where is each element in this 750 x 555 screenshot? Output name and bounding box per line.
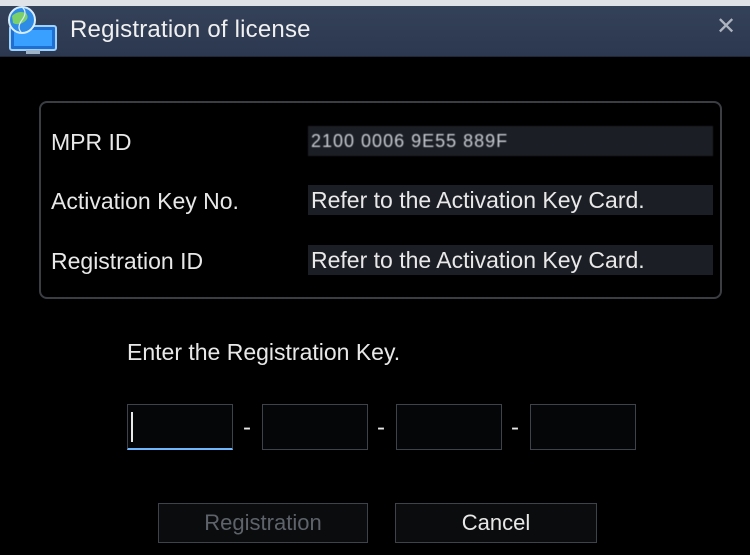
cancel-button[interactable]: Cancel [395,503,597,543]
globe-computer-icon [8,6,57,54]
activation-key-label: Activation Key No. [51,188,239,214]
title-bar-top-strip [0,0,750,6]
key-separator: - [377,414,385,441]
text-caret [131,412,133,442]
info-row-mpr-id: MPR ID 2100 0006 9E55 889F [41,126,720,158]
registration-id-label: Registration ID [51,248,204,274]
registration-key-field-2[interactable] [262,404,368,450]
license-info-panel: MPR ID 2100 0006 9E55 889F Activation Ke… [39,101,722,299]
license-registration-dialog: Registration of license ✕ MPR ID 2100 00… [0,0,750,555]
registration-id-value: Refer to the Activation Key Card. [308,245,713,275]
registration-key-prompt: Enter the Registration Key. [127,339,401,365]
registration-key-field-4[interactable] [530,404,636,450]
key-separator: - [511,414,519,441]
info-row-activation-key: Activation Key No. Refer to the Activati… [41,185,720,217]
registration-button[interactable]: Registration [158,503,368,543]
close-icon[interactable]: ✕ [714,14,738,40]
key-separator: - [243,414,251,441]
activation-key-value: Refer to the Activation Key Card. [308,185,713,215]
mpr-id-label: MPR ID [51,129,132,155]
registration-key-field-3[interactable] [396,404,502,450]
dialog-title: Registration of license [70,16,311,43]
registration-key-field-1[interactable] [127,404,233,450]
info-row-registration-id: Registration ID Refer to the Activation … [41,245,720,277]
title-bar[interactable]: Registration of license ✕ [0,0,750,57]
mpr-id-value: 2100 0006 9E55 889F [308,126,713,156]
